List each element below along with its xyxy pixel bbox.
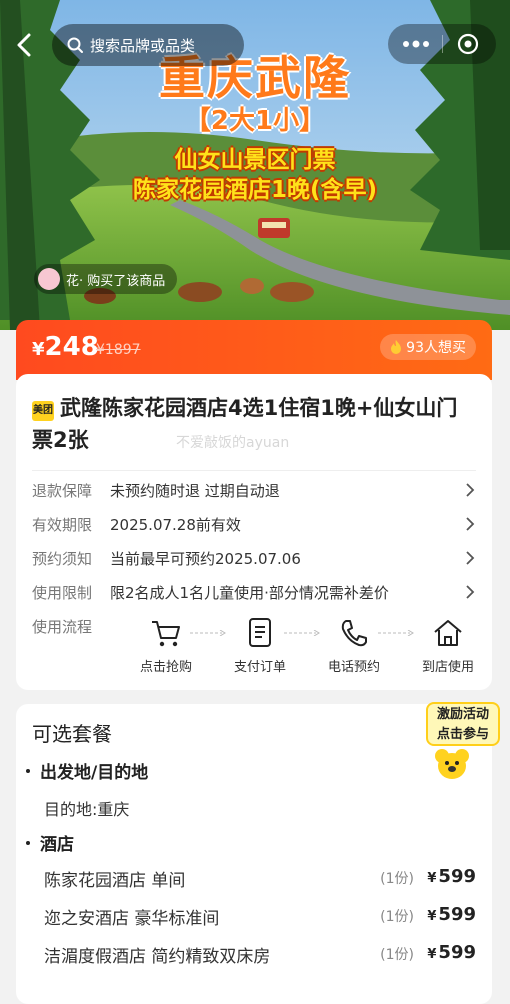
flow-step-label: 到店使用 bbox=[421, 660, 474, 675]
packages-title: 可选套餐 bbox=[32, 722, 112, 746]
package-price: ¥599 bbox=[427, 942, 476, 963]
package-currency: ¥ bbox=[427, 871, 437, 886]
package-option[interactable]: 迩之安酒店 豪华标准间 (1份) ¥599 bbox=[44, 904, 476, 930]
refund-row[interactable]: 退款保障 未预约随时退 过期自动退 bbox=[32, 478, 476, 502]
flow-step-label: 电话预约 bbox=[327, 660, 380, 675]
row-value: 2025.07.28前有效 bbox=[110, 515, 241, 534]
booking-row[interactable]: 预约须知 当前最早可预约2025.07.06 bbox=[32, 546, 476, 570]
promo-badge: 激励活动 点击参与 bbox=[426, 702, 500, 746]
flow-step-visit: 到店使用 bbox=[408, 616, 488, 675]
package-currency: ¥ bbox=[427, 909, 437, 924]
package-name: 迩之安酒店 豪华标准间 bbox=[44, 909, 220, 929]
cart-icon bbox=[152, 621, 180, 647]
current-price: ¥248 bbox=[32, 332, 99, 362]
row-label: 使用限制 bbox=[32, 583, 93, 602]
mini-program-capsule bbox=[388, 24, 496, 64]
bullet-dot bbox=[26, 841, 30, 845]
flow-step-label: 支付订单 bbox=[233, 660, 286, 675]
home-icon bbox=[434, 620, 462, 646]
package-option[interactable]: 洁湄度假酒店 简约精致双床房 (1份) ¥599 bbox=[44, 942, 476, 968]
origin-destination-label: 出发地/目的地 bbox=[40, 763, 149, 783]
meituan-badge: 美团 bbox=[32, 401, 54, 421]
validity-row[interactable]: 有效期限 2025.07.28前有效 bbox=[32, 512, 476, 536]
destination-value: 目的地:重庆 bbox=[44, 800, 130, 819]
chevron-right-icon bbox=[466, 483, 475, 497]
package-price-value: 599 bbox=[438, 904, 476, 925]
order-icon bbox=[249, 618, 271, 647]
avatar bbox=[38, 268, 60, 290]
original-price: ¥1897 bbox=[96, 342, 141, 358]
package-price: ¥599 bbox=[427, 904, 476, 925]
want-count-badge: 93人想买 bbox=[380, 334, 476, 360]
package-options-card: 可选套餐 出发地/目的地 目的地:重庆 酒店 陈家花园酒店 单间 (1份) ¥5… bbox=[16, 704, 492, 1004]
hotel-heading: 酒店 bbox=[26, 830, 74, 855]
package-qty: (1份) bbox=[380, 909, 414, 925]
package-qty: (1份) bbox=[380, 947, 414, 963]
search-placeholder: 搜索品牌或品类 bbox=[90, 36, 196, 55]
back-button[interactable] bbox=[10, 30, 40, 60]
flow-step-pay: 支付订单 bbox=[220, 616, 300, 675]
chevron-right-icon bbox=[466, 551, 475, 565]
flow-label: 使用流程 bbox=[32, 618, 93, 636]
hero-ticket-line: 仙女山景区门票 bbox=[174, 147, 336, 173]
row-label: 预约须知 bbox=[32, 549, 93, 568]
price-currency: ¥ bbox=[32, 339, 45, 360]
restriction-row[interactable]: 使用限制 限2名成人1名儿童使用·部分情况需补差价 bbox=[32, 580, 476, 604]
package-name: 陈家花园酒店 单间 bbox=[44, 871, 186, 891]
promo-floating-button[interactable]: 激励活动 点击参与 bbox=[426, 702, 500, 780]
capsule-divider bbox=[442, 35, 443, 53]
row-value: 未预约随时退 过期自动退 bbox=[110, 481, 280, 500]
price-banner: ¥248 ¥1897 93人想买 bbox=[16, 320, 492, 380]
hotel-label: 酒店 bbox=[40, 835, 74, 855]
search-icon bbox=[67, 37, 83, 53]
row-value: 当前最早可预约2025.07.06 bbox=[110, 549, 301, 568]
flow-step-call: 电话预约 bbox=[314, 616, 394, 675]
fire-icon bbox=[391, 340, 402, 354]
product-info-card: 美团 武隆陈家花园酒店4选1住宿1晚+仙女山门票2张 不爱敲饭的ayuan 退款保… bbox=[16, 374, 492, 690]
package-qty: (1份) bbox=[380, 871, 414, 887]
recent-buyer-tag: 花· 购买了该商品 bbox=[34, 264, 178, 294]
package-price-value: 599 bbox=[438, 942, 476, 963]
promo-line2: 点击参与 bbox=[436, 727, 489, 742]
hero-hotel-line: 陈家花园酒店1晚(含早) bbox=[132, 177, 378, 203]
top-navigation: 搜索品牌或品类 bbox=[0, 22, 510, 68]
hero-subheadline: 【2大1小】 bbox=[184, 106, 326, 136]
search-input[interactable]: 搜索品牌或品类 bbox=[52, 24, 244, 66]
package-price-value: 599 bbox=[438, 866, 476, 887]
origin-destination-heading: 出发地/目的地 bbox=[26, 758, 148, 783]
close-target-icon[interactable] bbox=[456, 32, 480, 56]
row-value: 限2名成人1名儿童使用·部分情况需补差价 bbox=[110, 583, 389, 602]
price-value: 248 bbox=[44, 332, 99, 362]
divider bbox=[32, 470, 476, 471]
package-name: 洁湄度假酒店 简约精致双床房 bbox=[44, 947, 271, 967]
row-label: 有效期限 bbox=[32, 515, 93, 534]
package-price: ¥599 bbox=[427, 866, 476, 887]
usage-flow: 使用流程 点击抢购 支付订单 电话预约 到店使用 bbox=[32, 616, 476, 680]
bullet-dot bbox=[26, 769, 30, 773]
back-arrow-icon bbox=[17, 33, 31, 57]
recent-buyer-text: 花· 购买了该商品 bbox=[66, 273, 166, 289]
want-count: 93人想买 bbox=[406, 340, 466, 356]
row-label: 退款保障 bbox=[32, 481, 93, 500]
flow-step-label: 点击抢购 bbox=[139, 660, 192, 675]
package-currency: ¥ bbox=[427, 947, 437, 962]
phone-icon bbox=[341, 620, 367, 647]
more-icon[interactable] bbox=[402, 37, 430, 51]
promo-line1: 激励活动 bbox=[436, 707, 489, 722]
chevron-right-icon bbox=[466, 517, 475, 531]
chevron-right-icon bbox=[466, 585, 475, 599]
koala-mascot-icon bbox=[435, 749, 469, 779]
package-option[interactable]: 陈家花园酒店 单间 (1份) ¥599 bbox=[44, 866, 476, 892]
watermark: 不爱敲饭的ayuan bbox=[176, 435, 290, 451]
flow-step-buy: 点击抢购 bbox=[126, 616, 206, 675]
